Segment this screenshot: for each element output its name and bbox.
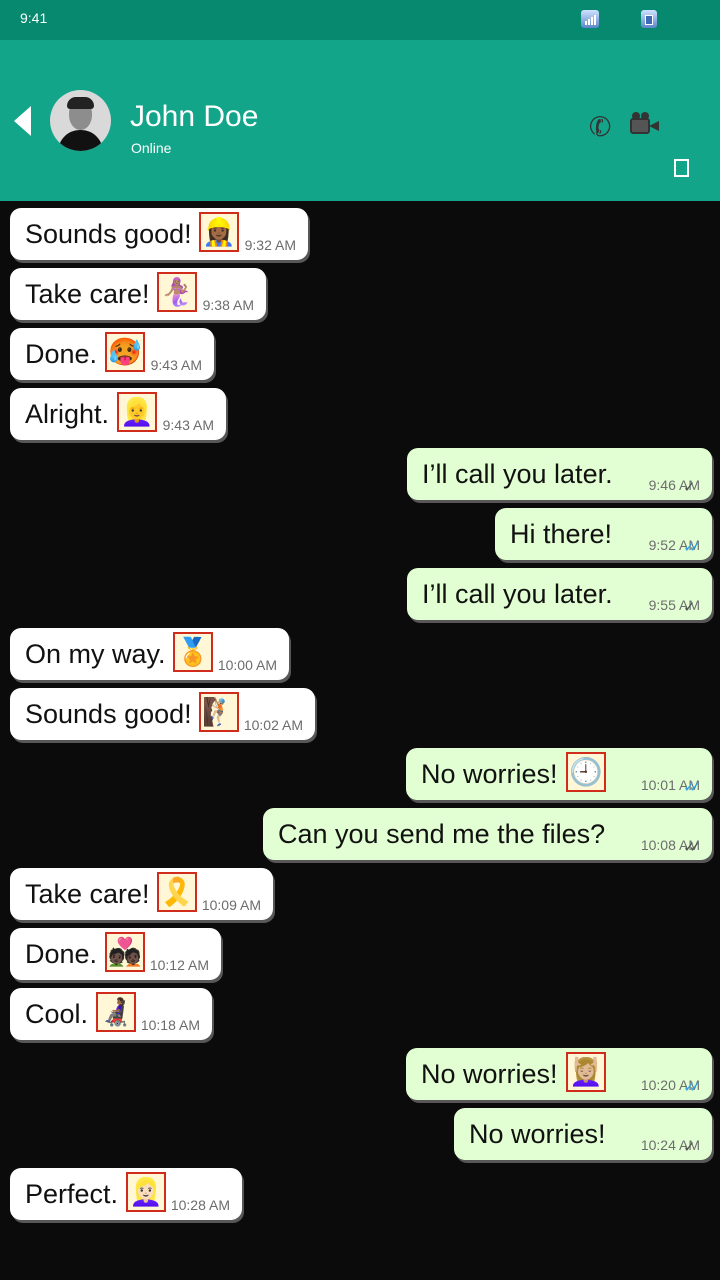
reminder-ribbon-emoji: 🎗️ [157, 872, 197, 912]
battery-icon [641, 10, 657, 28]
double-check-icon: ✓✓ [683, 779, 701, 796]
incoming-message[interactable]: Alright. 👱‍♀️ 9:43 AM [10, 388, 226, 440]
contact-name[interactable]: John Doe [130, 100, 258, 134]
phone-icon[interactable]: ✆ [586, 110, 616, 145]
message-text: Sounds good! [25, 699, 192, 729]
blond-woman-emoji: 👱‍♀️ [117, 392, 157, 432]
double-check-icon: ✓✓ [683, 539, 701, 556]
message-list: Sounds good! 👷🏾‍♀️ 9:32 AM Take care! 🧜🏽‍♀️ 9… [0, 201, 720, 1280]
message-text: I’ll call you later. [422, 579, 613, 609]
outgoing-message[interactable]: I’ll call you later. 9:55 AM ✓ [407, 568, 712, 620]
message-text: No worries! [421, 1059, 558, 1089]
message-text: Perfect. [25, 1179, 119, 1209]
status-time: 9:41 [20, 10, 48, 26]
message-text: Cool. [25, 999, 89, 1029]
message-text: On my way. [25, 639, 166, 669]
message-time: 9:43 AM [162, 417, 214, 433]
outgoing-message[interactable]: Hi there! 9:52 AM ✓✓ [495, 508, 712, 560]
single-check-icon: ✓ [683, 599, 696, 616]
message-text: Can you send me the files? [278, 819, 606, 849]
single-check-icon: ✓ [683, 1139, 696, 1156]
message-time: 10:00 AM [217, 657, 277, 673]
signal-icon [581, 10, 599, 28]
menu-icon[interactable] [674, 159, 689, 177]
clock-emoji: 🕘 [566, 752, 606, 792]
message-text: Done. [25, 339, 98, 369]
incoming-message[interactable]: Sounds good! 🧗🏼 10:02 AM [10, 688, 315, 740]
outgoing-message[interactable]: I’ll call you later. 9:46 AM ✓ [407, 448, 712, 500]
status-bar: 9:41 [0, 0, 720, 40]
incoming-message[interactable]: Sounds good! 👷🏾‍♀️ 9:32 AM [10, 208, 308, 260]
incoming-message[interactable]: Take care! 🧜🏽‍♀️ 9:38 AM [10, 268, 266, 320]
message-text: Sounds good! [25, 219, 192, 249]
message-time: 9:43 AM [150, 357, 202, 373]
couple-with-heart-emoji: 💑🏿 [105, 932, 145, 972]
incoming-message[interactable]: Perfect. 👱🏻‍♀️ 10:28 AM [10, 1168, 242, 1220]
double-check-icon: ✓✓ [683, 839, 701, 856]
message-text: Alright. [25, 399, 110, 429]
hot-face-emoji: 🥵 [105, 332, 145, 372]
outgoing-message[interactable]: No worries! 💆🏼‍♀️ 10:20 AM ✓✓ [406, 1048, 712, 1100]
message-text: I’ll call you later. [422, 459, 613, 489]
message-text: Hi there! [510, 519, 613, 549]
message-text: Take care! [25, 279, 150, 309]
woman-getting-massage-emoji: 💆🏼‍♀️ [566, 1052, 606, 1092]
message-time: 10:02 AM [243, 717, 303, 733]
single-check-icon: ✓ [683, 479, 696, 496]
message-time: 9:38 AM [202, 297, 254, 313]
contact-status: Online [131, 140, 172, 156]
chat-header: John Doe Online ✆ [0, 40, 720, 201]
incoming-message[interactable]: Done. 💑🏿 10:12 AM [10, 928, 221, 980]
person-in-wheelchair-emoji: 👩🏾‍🦼 [96, 992, 136, 1032]
message-text: No worries! [469, 1119, 606, 1149]
avatar[interactable] [50, 90, 111, 151]
outgoing-message[interactable]: No worries! 10:24 AM ✓ [454, 1108, 712, 1160]
person-climbing-emoji: 🧗🏼 [199, 692, 239, 732]
video-call-icon[interactable] [630, 112, 660, 138]
message-time: 10:12 AM [149, 957, 209, 973]
double-check-icon: ✓✓ [683, 1079, 701, 1096]
message-time: 10:18 AM [140, 1017, 200, 1033]
outgoing-message[interactable]: Can you send me the files? 10:08 AM ✓✓ [263, 808, 712, 860]
woman-construction-worker-emoji: 👷🏾‍♀️ [199, 212, 239, 252]
mermaid-emoji: 🧜🏽‍♀️ [157, 272, 197, 312]
message-time: 10:28 AM [170, 1197, 230, 1213]
message-time: 9:32 AM [244, 237, 296, 253]
message-time: 10:09 AM [201, 897, 261, 913]
message-text: Done. [25, 939, 98, 969]
sports-medal-emoji: 🏅 [173, 632, 213, 672]
incoming-message[interactable]: Done. 🥵 9:43 AM [10, 328, 214, 380]
message-text: Take care! [25, 879, 150, 909]
incoming-message[interactable]: On my way. 🏅 10:00 AM [10, 628, 289, 680]
back-arrow-icon[interactable] [14, 106, 31, 136]
blond-woman-emoji: 👱🏻‍♀️ [126, 1172, 166, 1212]
message-text: No worries! [421, 759, 558, 789]
incoming-message[interactable]: Cool. 👩🏾‍🦼 10:18 AM [10, 988, 212, 1040]
outgoing-message[interactable]: No worries! 🕘 10:01 AM ✓✓ [406, 748, 712, 800]
incoming-message[interactable]: Take care! 🎗️ 10:09 AM [10, 868, 273, 920]
